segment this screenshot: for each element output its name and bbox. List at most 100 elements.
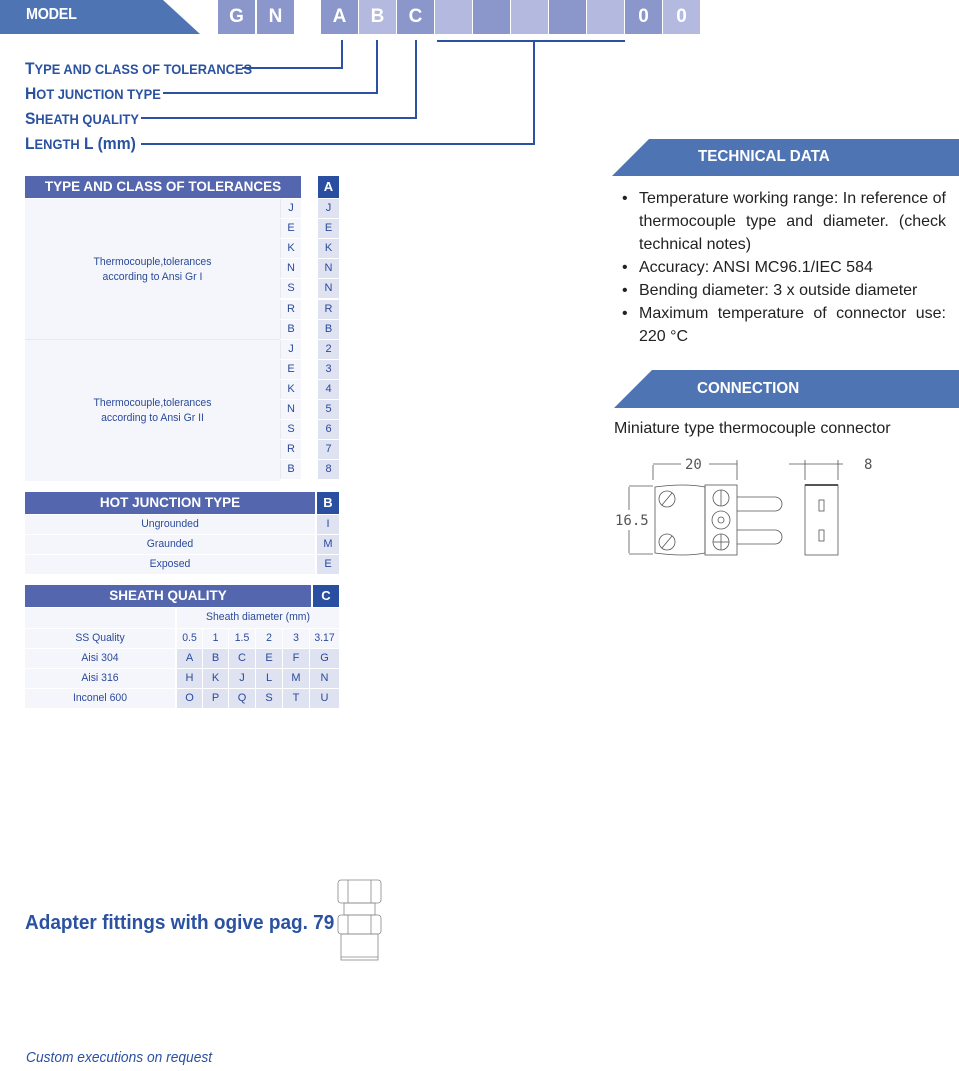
sheath-row-header: SS Quality <box>75 632 125 644</box>
neck <box>343 902 376 916</box>
tolerances-table-header: TYPE AND CLASS OF TOLERANCES <box>25 176 301 198</box>
legend-initial: L <box>25 134 35 153</box>
hot-junction-code: I <box>317 515 339 534</box>
sheath-code-cell: O <box>177 689 202 708</box>
sheath-code-cell: A <box>177 649 202 668</box>
connector-pin <box>737 529 783 545</box>
description-line: Thermocouple,tolerances <box>93 397 212 409</box>
sheath-code-cell: K <box>203 669 228 688</box>
leader-line-a-v <box>341 40 343 69</box>
model-code-box-length-4 <box>549 0 586 34</box>
adapter-fitting-drawing <box>337 879 382 961</box>
sheath-blank-header-cell <box>25 608 175 628</box>
leader-line-length-v <box>533 40 535 145</box>
tolerance-code-cell: 6 <box>318 420 339 439</box>
model-code-box-length-3 <box>511 0 548 34</box>
tolerance-code-cell: B <box>318 320 339 339</box>
tolerance-code-cell: 7 <box>318 440 339 459</box>
leader-line-a-h <box>242 67 343 69</box>
tolerance-code-cell: 8 <box>318 460 339 479</box>
leader-line-length-bracket <box>437 40 625 42</box>
depth-dimension: 8 <box>864 457 872 473</box>
tolerance-code-cell: E <box>318 219 339 238</box>
model-code-box-1: G <box>218 0 255 34</box>
tolerance-type-cell: N <box>280 259 301 278</box>
tolerance-code-cell: N <box>318 259 339 278</box>
sheath-code-cell: E <box>256 649 282 668</box>
hot-junction-table-header: HOT JUNCTION TYPE <box>25 492 315 514</box>
connector-drawing: 20 16.5 8 <box>615 457 872 556</box>
hot-junction-label: Ungrounded <box>141 518 199 530</box>
tolerance-type-cell: B <box>280 320 301 339</box>
model-code-box-length-5 <box>587 0 624 34</box>
sheath-code-cell: T <box>283 689 309 708</box>
leader-line-b-h <box>163 92 378 94</box>
sheath-code-cell: B <box>203 649 228 668</box>
model-label: MODEL <box>26 6 77 23</box>
connection-description: Miniature type thermocouple connector <box>614 420 891 437</box>
model-code-box-suffix-2: 0 <box>663 0 700 34</box>
description-line: Thermocouple,tolerances <box>93 256 212 268</box>
model-code-box-a: A <box>321 0 358 34</box>
model-banner: MODEL <box>0 0 200 34</box>
sheath-quality-label: Aisi 316 <box>81 672 119 684</box>
legend-initial: S <box>25 109 36 128</box>
tolerance-type-cell: N <box>280 400 301 419</box>
leader-line-c-v <box>415 40 417 119</box>
ground-terminal-icon <box>711 510 731 530</box>
model-code-box-b: B <box>359 0 396 34</box>
connection-banner: CONNECTION <box>614 370 959 408</box>
sheath-code-cell: P <box>203 689 228 708</box>
legend-rest: OT JUNCTION TYPE <box>36 86 161 102</box>
custom-executions-note: Custom executions on request <box>26 1050 213 1066</box>
legend-initial: H <box>25 84 37 103</box>
connection-title: CONNECTION <box>697 380 800 397</box>
hot-junction-table-code: B <box>317 492 339 514</box>
pin-slot <box>818 529 825 542</box>
adapter-fittings-link[interactable]: Adapter fittings with ogive pag. 79 <box>25 912 334 935</box>
tolerance-type-cell: R <box>280 440 301 459</box>
pin-slot <box>818 499 825 512</box>
sheath-table-code: C <box>313 585 339 607</box>
legend-sheath-quality: SHEATH QUALITY <box>25 109 139 129</box>
sheath-code-cell: U <box>310 689 339 708</box>
diameter-value: 2 <box>266 632 272 644</box>
thread <box>340 933 379 961</box>
sheath-code-cell: F <box>283 649 309 668</box>
tolerance-type-cell: J <box>280 340 301 359</box>
sheath-quality-label: Inconel 600 <box>72 692 128 704</box>
tolerances-group-2-description: Thermocouple,tolerances according to Ans… <box>31 396 273 426</box>
tolerance-type-cell: S <box>280 279 301 298</box>
screw-slot <box>661 535 673 549</box>
hot-junction-code: M <box>317 535 339 554</box>
hex-nut-top <box>337 879 382 904</box>
sheath-code-cell: L <box>256 669 282 688</box>
legend-initial: T <box>25 59 35 78</box>
hot-junction-code: E <box>317 555 339 574</box>
tolerance-code-cell: K <box>318 239 339 258</box>
height-dimension: 16.5 <box>615 513 649 529</box>
diameter-value: 0.5 <box>182 632 197 644</box>
model-code-box-c: C <box>397 0 434 34</box>
screw-slot <box>661 492 673 506</box>
tolerance-type-cell: B <box>280 460 301 479</box>
model-code-box-2: N <box>257 0 294 34</box>
leader-line-c-h <box>141 117 417 119</box>
tolerance-code-cell: 5 <box>318 400 339 419</box>
sheath-code-cell: N <box>310 669 339 688</box>
tolerance-type-cell: S <box>280 420 301 439</box>
diameter-value: 1.5 <box>234 632 250 644</box>
legend-length: LENGTH L (mm) <box>25 134 136 154</box>
tolerance-code-cell: J <box>318 199 339 218</box>
tolerance-code-cell: R <box>318 300 339 319</box>
sheath-code-cell: C <box>229 649 255 668</box>
sheath-code-cell: J <box>229 669 255 688</box>
sheath-diameter-header: Sheath diameter (mm) <box>206 611 310 623</box>
tolerance-type-cell: E <box>280 360 301 379</box>
tolerance-code-cell: 4 <box>318 380 339 399</box>
tolerance-code-cell: N <box>318 279 339 298</box>
model-code-box-suffix-1: 0 <box>625 0 662 34</box>
diameter-value: 3.17 <box>314 632 335 644</box>
technical-data-title: TECHNICAL DATA <box>698 148 830 165</box>
leader-line-length-h <box>141 143 535 145</box>
